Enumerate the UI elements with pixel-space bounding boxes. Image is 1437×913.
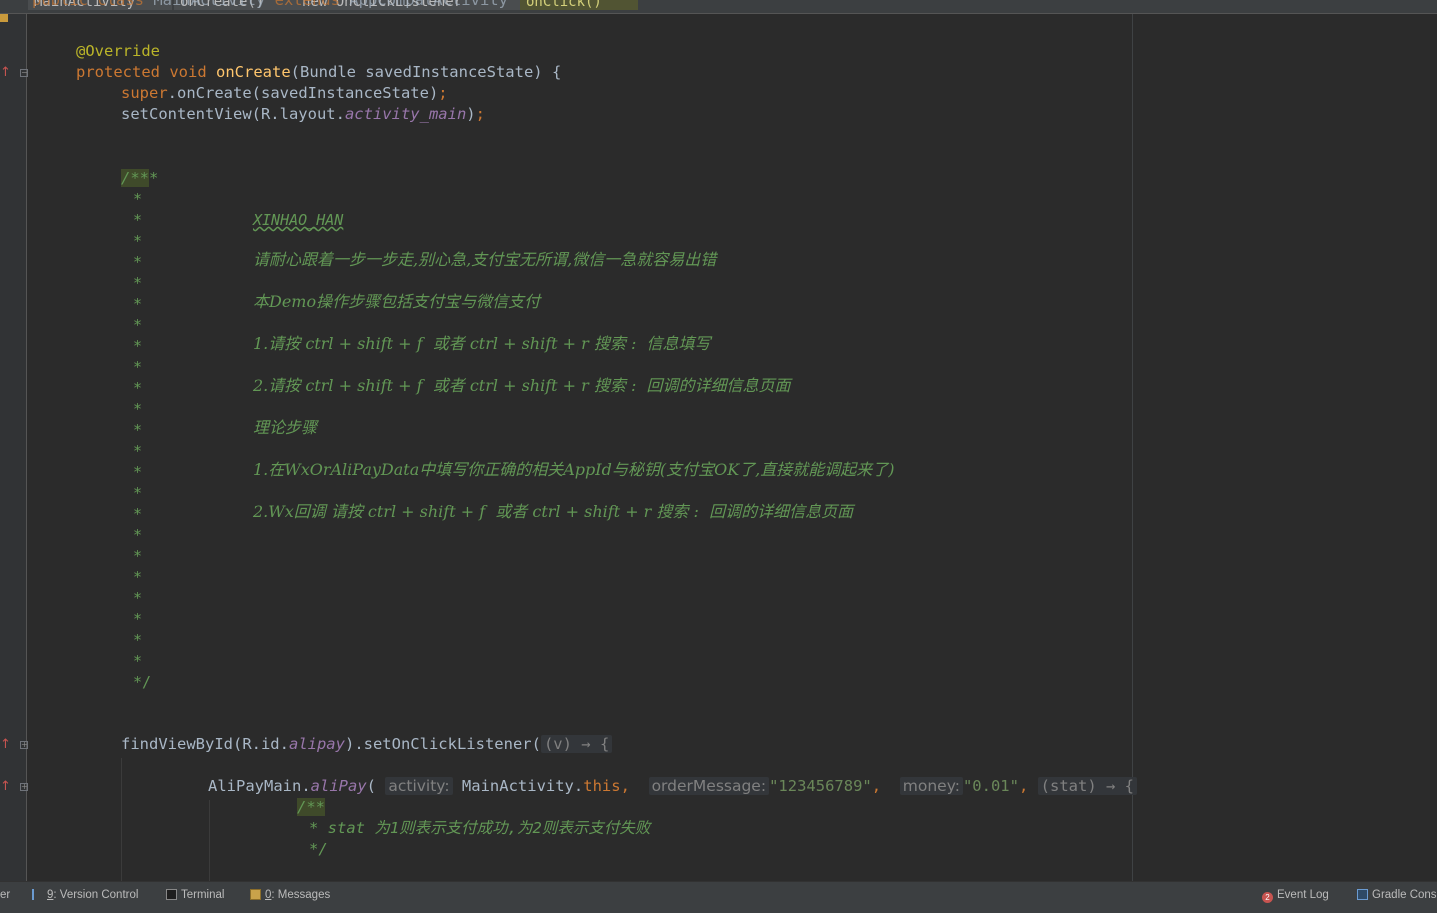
messages-icon	[250, 889, 261, 900]
lambda-fold[interactable]: (v) → {	[540, 735, 613, 753]
doc-star: *	[133, 547, 143, 565]
doc-star: *	[133, 463, 143, 481]
doc-star: *	[133, 589, 143, 607]
doc-text-line: 2.Wx回调 请按 ctrl + shift + f 或者 ctrl + shi…	[253, 502, 854, 521]
doc-star: *	[133, 190, 143, 208]
doc-text-line: 1.在WxOrAliPayData中填写你正确的相关AppId与秘钥(支付宝OK…	[253, 460, 895, 479]
fold-collapse-icon[interactable]: −	[20, 69, 28, 77]
code-line-oncreate: protected void onCreate(Bundle savedInst…	[76, 63, 562, 81]
doc-comment-open: /***	[121, 169, 159, 187]
doc-star: *	[133, 274, 143, 292]
override-arrow-icon[interactable]: ↑	[0, 780, 11, 794]
doc-star: *	[133, 400, 143, 418]
doc-star: *	[133, 316, 143, 334]
messages-tab[interactable]: 0: Messages	[250, 887, 330, 903]
code-line-class-decl: public class MainActivity extends AppCom…	[32, 0, 508, 9]
doc-comment-close: */	[133, 673, 152, 691]
right-margin-guide	[1132, 14, 1133, 881]
inner-doc-body: * stat 为1则表示支付成功,为2则表示支付失败	[309, 819, 651, 837]
param-hint-money: money:	[899, 777, 963, 795]
doc-star: *	[133, 568, 143, 586]
doc-star: *	[133, 505, 143, 523]
code-line-findviewbyid: findViewById(R.id.alipay).setOnClickList…	[121, 734, 613, 754]
doc-text-line: 本Demo操作步骤包括支付宝与微信支付	[253, 292, 541, 311]
doc-star: *	[133, 631, 143, 649]
warning-marker-icon	[0, 14, 8, 22]
fold-expand-icon[interactable]: +	[20, 741, 28, 749]
doc-star: *	[133, 358, 143, 376]
terminal-tab[interactable]: Terminal	[166, 887, 224, 903]
override-arrow-icon[interactable]: ↑	[0, 66, 11, 80]
event-log-tab[interactable]: 2 Event Log	[1262, 887, 1329, 903]
doc-star: *	[133, 652, 143, 670]
indent-guide	[209, 800, 210, 881]
param-hint-activity: activity:	[385, 777, 453, 795]
lambda-fold[interactable]: (stat) → {	[1037, 777, 1137, 795]
doc-star: *	[133, 337, 143, 355]
doc-star: *	[133, 253, 143, 271]
inner-doc-open: /**	[297, 798, 325, 816]
version-control-tab[interactable]: 9: Version Control	[32, 887, 138, 903]
doc-text-line: 2.请按 ctrl + shift + f 或者 ctrl + shift + …	[253, 376, 791, 395]
gradle-icon	[1357, 889, 1368, 900]
doc-text-line: 1.请按 ctrl + shift + f 或者 ctrl + shift + …	[253, 334, 711, 353]
code-line-override: @Override	[76, 42, 160, 60]
doc-star: *	[133, 484, 143, 502]
event-log-icon: 2	[1262, 892, 1273, 903]
doc-star: *	[133, 295, 143, 313]
fold-expand-icon[interactable]: +	[20, 783, 28, 791]
terminal-icon	[166, 889, 177, 900]
indent-guide	[121, 758, 122, 881]
tool-window-bar: er 9: Version Control Terminal 0: Messag…	[0, 881, 1437, 913]
doc-star: *	[133, 232, 143, 250]
param-hint-ordermessage: orderMessage:	[648, 777, 770, 795]
breadcrumb-item-onclick[interactable]: onClick()	[520, 0, 638, 10]
code-line-setcontentview: setContentView(R.layout.activity_main);	[121, 105, 485, 123]
doc-star: *	[133, 421, 143, 439]
gradle-console-tab[interactable]: Gradle Cons	[1357, 887, 1437, 903]
doc-text-line: 请耐心跟着一步一步走,别心急,支付宝无所谓,微信一急就容易出错	[253, 250, 717, 269]
doc-star: *	[133, 211, 143, 229]
code-line-alipay-call: AliPayMain.aliPay( activity: MainActivit…	[208, 776, 1137, 796]
doc-star: *	[133, 379, 143, 397]
doc-author: XINHAO_HAN	[253, 211, 344, 229]
doc-text-line: 理论步骤	[253, 418, 318, 437]
code-line-super: super.onCreate(savedInstanceState);	[121, 84, 448, 102]
inner-doc-close: */	[309, 840, 328, 858]
editor-gutter[interactable]: ↑ − ↑ + ↑ +	[0, 14, 28, 881]
branch-icon	[32, 889, 43, 900]
doc-star: *	[133, 610, 143, 628]
doc-star: *	[133, 442, 143, 460]
doc-star: *	[133, 526, 143, 544]
tool-window-cut[interactable]: er	[0, 887, 10, 903]
override-arrow-icon[interactable]: ↑	[0, 738, 11, 752]
